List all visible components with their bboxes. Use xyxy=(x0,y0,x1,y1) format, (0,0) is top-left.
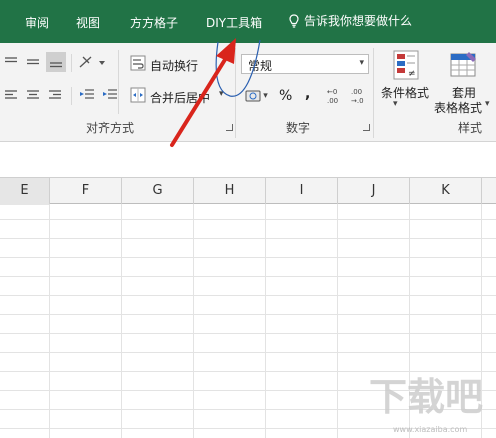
red-arrow-icon xyxy=(216,38,236,64)
watermark-text: 下载吧 xyxy=(369,375,483,419)
red-arrow-shaft xyxy=(170,56,228,147)
watermark-url: www.xiazaiba.com xyxy=(393,425,467,434)
site-logo-watermark: 下载吧 www.xiazaiba.com xyxy=(369,375,483,434)
annotation-curve xyxy=(215,39,261,97)
